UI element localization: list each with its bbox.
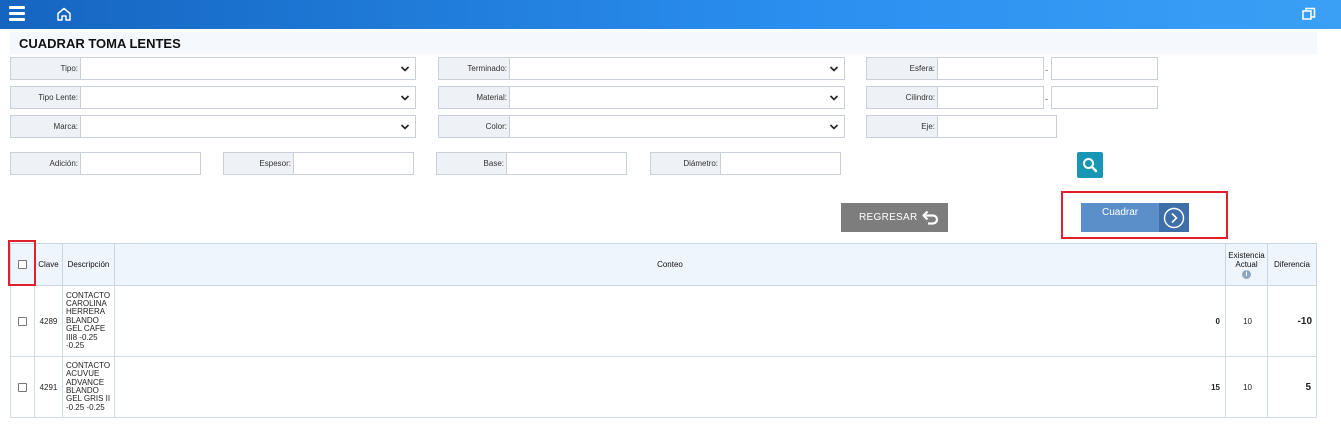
esfera-to-input[interactable] — [1051, 57, 1158, 80]
espesor-label: Espesor: — [223, 152, 293, 175]
descripcion-cell: CONTACTO CAROLINA HERRERA BLANDO GEL CAF… — [61, 285, 115, 357]
terminado-label: Terminado: — [438, 57, 509, 80]
row-select-cell — [10, 356, 35, 418]
color-select[interactable] — [509, 115, 845, 138]
chevron-down-icon — [400, 124, 410, 130]
color-label: Color: — [438, 115, 509, 138]
info-icon[interactable]: i — [1241, 269, 1251, 279]
chevron-down-icon — [400, 66, 410, 72]
esfera-separator: - — [1045, 65, 1048, 75]
eje-label: Eje: — [866, 115, 937, 138]
table-row: 4291 CONTACTO ACUVUE ADVANCE BLANDO GEL … — [10, 356, 1318, 418]
cuadrar-button[interactable]: Cuadrar — [1081, 203, 1189, 232]
existencia-cell: 10 — [1224, 356, 1268, 418]
diferencia-cell: -10 — [1266, 285, 1318, 357]
tipo-lente-select[interactable] — [80, 86, 416, 109]
clave-header: Clave — [33, 243, 63, 286]
diferencia-cell: 5 — [1266, 356, 1318, 418]
cilindro-label: Cilindro: — [866, 86, 937, 109]
base-label: Base: — [436, 152, 506, 175]
hamburger-menu-icon[interactable] — [9, 6, 25, 22]
terminado-select[interactable] — [509, 57, 845, 80]
chevron-down-icon — [400, 95, 410, 101]
chevron-down-icon — [829, 124, 839, 130]
espesor-input[interactable] — [293, 152, 414, 175]
cilindro-separator: - — [1045, 94, 1048, 104]
regresar-button[interactable]: REGRESAR — [841, 203, 948, 232]
title-bar: CUADRAR TOMA LENTES — [10, 32, 1317, 54]
top-bar — [0, 0, 1341, 29]
material-select[interactable] — [509, 86, 845, 109]
descripcion-cell: CONTACTO ACUVUE ADVANCE BLANDO GEL GRIS … — [61, 356, 115, 418]
row-select-cell — [10, 285, 35, 357]
diferencia-header: Diferencia — [1266, 243, 1318, 286]
esfera-label: Esfera: — [866, 57, 937, 80]
conteo-header: Conteo — [113, 243, 1226, 286]
select-all-highlight — [8, 240, 36, 286]
base-input[interactable] — [506, 152, 627, 175]
marca-label: Marca: — [10, 115, 80, 138]
descripcion-header: Descripción — [61, 243, 115, 286]
existencia-header-label: Existencia Actual — [1228, 250, 1265, 269]
home-icon[interactable] — [56, 6, 72, 22]
row-checkbox[interactable] — [17, 382, 27, 392]
material-label: Material: — [438, 86, 509, 109]
cilindro-to-input[interactable] — [1051, 86, 1158, 109]
page-title: CUADRAR TOMA LENTES — [19, 36, 181, 51]
esfera-from-input[interactable] — [937, 57, 1044, 80]
tipo-select[interactable] — [80, 57, 416, 80]
existencia-header: Existencia Actual i — [1224, 243, 1268, 286]
conteo-cell[interactable]: 0 — [113, 285, 1226, 357]
conteo-cell[interactable]: 15 — [113, 356, 1226, 418]
diametro-label: Diámetro: — [650, 152, 720, 175]
search-button[interactable] — [1077, 152, 1103, 178]
cuadrar-label: Cuadrar — [1102, 207, 1139, 218]
regresar-label: REGRESAR — [859, 212, 918, 223]
undo-arrow-icon — [922, 210, 939, 225]
row-checkbox[interactable] — [17, 316, 27, 326]
window-restore-icon[interactable] — [1302, 7, 1316, 21]
adicion-input[interactable] — [80, 152, 201, 175]
marca-select[interactable] — [80, 115, 416, 138]
cilindro-from-input[interactable] — [937, 86, 1044, 109]
clave-cell: 4291 — [33, 356, 63, 418]
chevron-down-icon — [829, 66, 839, 72]
diametro-input[interactable] — [720, 152, 841, 175]
tipo-lente-label: Tipo Lente: — [10, 86, 80, 109]
cuadrar-icon-panel — [1159, 203, 1189, 232]
existencia-cell: 10 — [1224, 285, 1268, 357]
adicion-label: Adición: — [10, 152, 80, 175]
chevron-right-circle-icon — [1163, 207, 1185, 229]
clave-cell: 4289 — [33, 285, 63, 357]
table-header-row: Clave Descripción Conteo Existencia Actu… — [10, 243, 1318, 286]
eje-input[interactable] — [937, 115, 1057, 138]
tipo-label: Tipo: — [10, 57, 80, 80]
search-icon — [1083, 158, 1098, 173]
table-row: 4289 CONTACTO CAROLINA HERRERA BLANDO GE… — [10, 285, 1318, 357]
results-table: Clave Descripción Conteo Existencia Actu… — [10, 243, 1318, 418]
chevron-down-icon — [829, 95, 839, 101]
